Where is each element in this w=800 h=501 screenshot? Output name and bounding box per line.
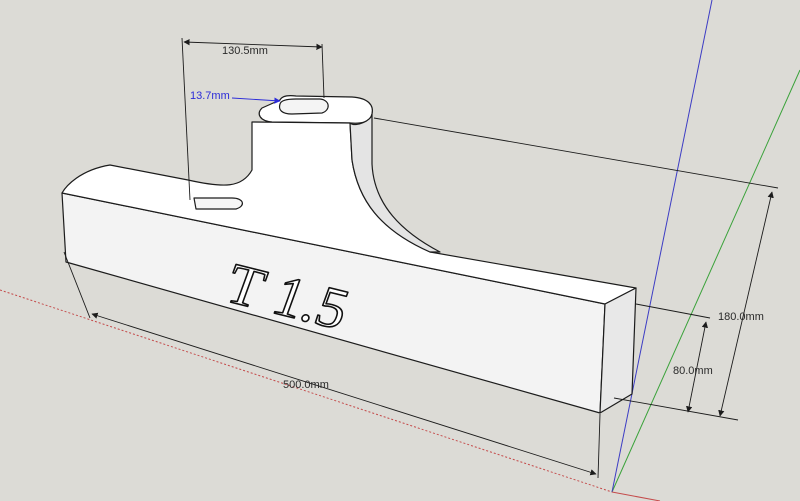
dimension-label: 130.5mm xyxy=(222,45,268,57)
extension-line xyxy=(321,43,325,99)
blue-axis xyxy=(611,0,713,493)
modeling-viewport[interactable]: T 1.5 130.5mm 13.7mm 180.0mm 80.0mm 500.… xyxy=(0,0,800,501)
green-axis xyxy=(611,69,800,493)
dimension-label: 500.0mm xyxy=(283,379,329,391)
left-slot xyxy=(193,197,243,210)
bar-end-face[interactable] xyxy=(599,287,637,414)
dimension-label: 13.7mm xyxy=(190,90,230,102)
t-handle-model[interactable]: T 1.5 xyxy=(61,95,637,414)
dimension-base-height[interactable]: 80.0mm xyxy=(635,303,713,413)
dimension-label: 80.0mm xyxy=(673,365,713,377)
extension-line xyxy=(635,303,711,319)
dimension-depth[interactable]: 13.7mm xyxy=(190,90,281,104)
extension-line xyxy=(613,397,739,421)
stem-hole xyxy=(278,98,329,115)
dimension-line xyxy=(718,191,774,417)
extension-line xyxy=(597,413,601,479)
red-axis-ext xyxy=(611,491,661,501)
extension-line xyxy=(181,37,191,201)
dimension-label: 180.0mm xyxy=(718,311,764,323)
extension-line xyxy=(373,117,779,189)
dimension-line xyxy=(231,97,281,104)
